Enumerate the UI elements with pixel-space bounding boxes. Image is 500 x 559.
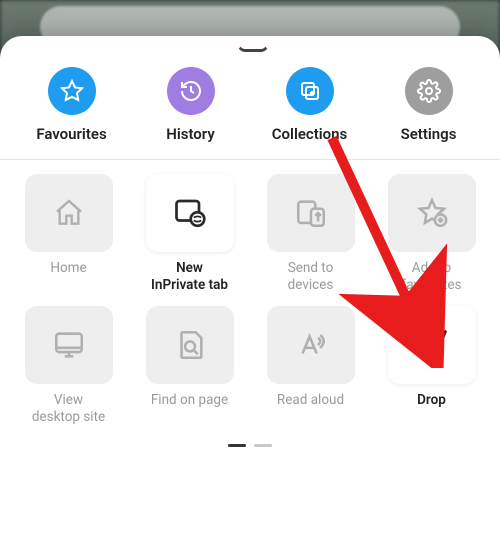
send-devices-icon (267, 174, 355, 252)
drag-handle[interactable] (230, 44, 270, 49)
find-on-page-tile[interactable]: Find on page (135, 306, 244, 426)
inprivate-icon (146, 174, 234, 252)
drop-tile[interactable]: Drop (377, 306, 486, 426)
history-icon (167, 67, 215, 115)
find-on-page-label: Find on page (151, 392, 228, 426)
history-button[interactable]: History (141, 67, 241, 143)
send-to-devices-tile[interactable]: Send to devices (256, 174, 365, 294)
menu-panel: Favourites History Collections Settings (0, 36, 500, 559)
find-icon (146, 306, 234, 384)
read-aloud-label: Read aloud (277, 392, 344, 426)
send-devices-label: Send to devices (288, 260, 334, 294)
new-inprivate-label: New InPrivate tab (151, 260, 228, 294)
home-icon (25, 174, 113, 252)
read-aloud-icon (267, 306, 355, 384)
favourites-button[interactable]: Favourites (22, 67, 122, 143)
add-to-favourites-tile[interactable]: Add to favourites (377, 174, 486, 294)
drop-icon (388, 306, 476, 384)
add-favourites-label: Add to favourites (402, 260, 462, 294)
settings-button[interactable]: Settings (379, 67, 479, 143)
favourites-label: Favourites (36, 125, 106, 143)
quick-actions-row: Favourites History Collections Settings (0, 49, 500, 159)
page-dot-1[interactable] (228, 444, 246, 447)
settings-label: Settings (401, 125, 457, 143)
add-favourites-icon (388, 174, 476, 252)
collections-icon (286, 67, 334, 115)
view-desktop-site-tile[interactable]: View desktop site (14, 306, 123, 426)
page-dot-2[interactable] (254, 444, 272, 447)
drop-label: Drop (417, 392, 446, 426)
home-tile[interactable]: Home (14, 174, 123, 294)
read-aloud-tile[interactable]: Read aloud (256, 306, 365, 426)
gear-icon (405, 67, 453, 115)
actions-grid: Home New InPrivate tab Send to devices A… (0, 160, 500, 440)
collections-label: Collections (272, 125, 348, 143)
desktop-icon (25, 306, 113, 384)
history-label: History (166, 125, 215, 143)
view-desktop-label: View desktop site (32, 392, 105, 426)
new-inprivate-tab-tile[interactable]: New InPrivate tab (135, 174, 244, 294)
home-label: Home (50, 260, 86, 294)
star-icon (48, 67, 96, 115)
page-indicator (0, 440, 500, 447)
collections-button[interactable]: Collections (260, 67, 360, 143)
